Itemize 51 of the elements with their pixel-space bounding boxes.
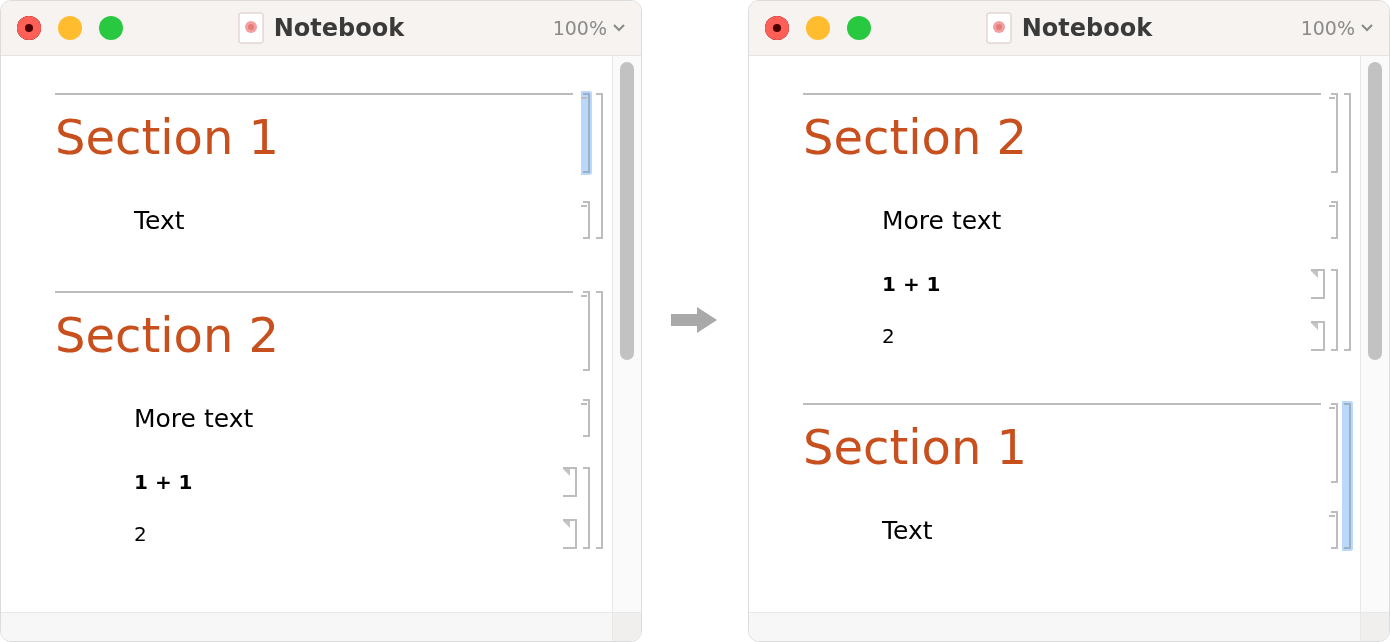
text-cell-text: More text <box>881 204 1003 237</box>
section-heading: Section 2 <box>803 93 1321 173</box>
output-cell-text: 2 <box>881 323 896 350</box>
group-bracket[interactable] <box>1331 269 1338 351</box>
cell-bracket[interactable] <box>1331 93 1338 173</box>
minimize-button[interactable] <box>806 16 830 40</box>
minimize-button[interactable] <box>58 16 82 40</box>
zoom-menu[interactable]: 100% <box>552 17 625 39</box>
horizontal-scrollbar[interactable] <box>749 612 1389 641</box>
document-icon <box>985 12 1012 44</box>
cell-bracket[interactable] <box>1311 269 1325 299</box>
close-button[interactable] <box>765 16 789 40</box>
window-title: Notebook <box>1021 14 1153 42</box>
cell-bracket[interactable] <box>1331 201 1338 239</box>
group-bracket[interactable] <box>1344 403 1351 549</box>
window-title: Notebook <box>273 14 405 42</box>
text-cell-text: Text <box>881 514 934 547</box>
group-bracket[interactable] <box>583 467 590 549</box>
zoom-button[interactable] <box>847 16 871 40</box>
input-cell-text: 1 + 1 <box>881 271 942 298</box>
zoom-menu[interactable]: 100% <box>1300 17 1373 39</box>
text-cell-text: More text <box>133 402 255 435</box>
cell-bracket[interactable] <box>583 201 590 239</box>
cell-bracket[interactable] <box>583 93 590 173</box>
cell-bracket[interactable] <box>1311 321 1325 351</box>
cell-bracket[interactable] <box>563 519 577 549</box>
cell-bracket[interactable] <box>1331 403 1338 483</box>
group-bracket[interactable] <box>1344 93 1351 351</box>
scroll-thumb[interactable] <box>620 62 634 360</box>
document-icon <box>237 12 264 44</box>
cell-bracket[interactable] <box>1331 511 1338 549</box>
group-bracket[interactable] <box>596 93 603 239</box>
input-cell-text: 1 + 1 <box>133 469 194 496</box>
scrollbar[interactable] <box>612 56 641 612</box>
cell-bracket[interactable] <box>563 467 577 497</box>
close-button[interactable] <box>17 16 41 40</box>
section-heading: Section 1 <box>803 403 1321 483</box>
zoom-button[interactable] <box>99 16 123 40</box>
chevron-down-icon <box>1361 24 1373 32</box>
section-heading: Section 1 <box>55 93 573 173</box>
text-cell-text: Text <box>133 204 186 237</box>
section-heading: Section 2 <box>55 291 573 371</box>
cell-bracket[interactable] <box>583 291 590 371</box>
output-cell-text: 2 <box>133 521 148 548</box>
scroll-thumb[interactable] <box>1368 62 1382 360</box>
cell-bracket[interactable] <box>583 399 590 437</box>
arrow-icon <box>671 305 719 335</box>
group-bracket[interactable] <box>596 291 603 549</box>
chevron-down-icon <box>613 24 625 32</box>
scrollbar[interactable] <box>1360 56 1389 612</box>
horizontal-scrollbar[interactable] <box>1 612 641 641</box>
